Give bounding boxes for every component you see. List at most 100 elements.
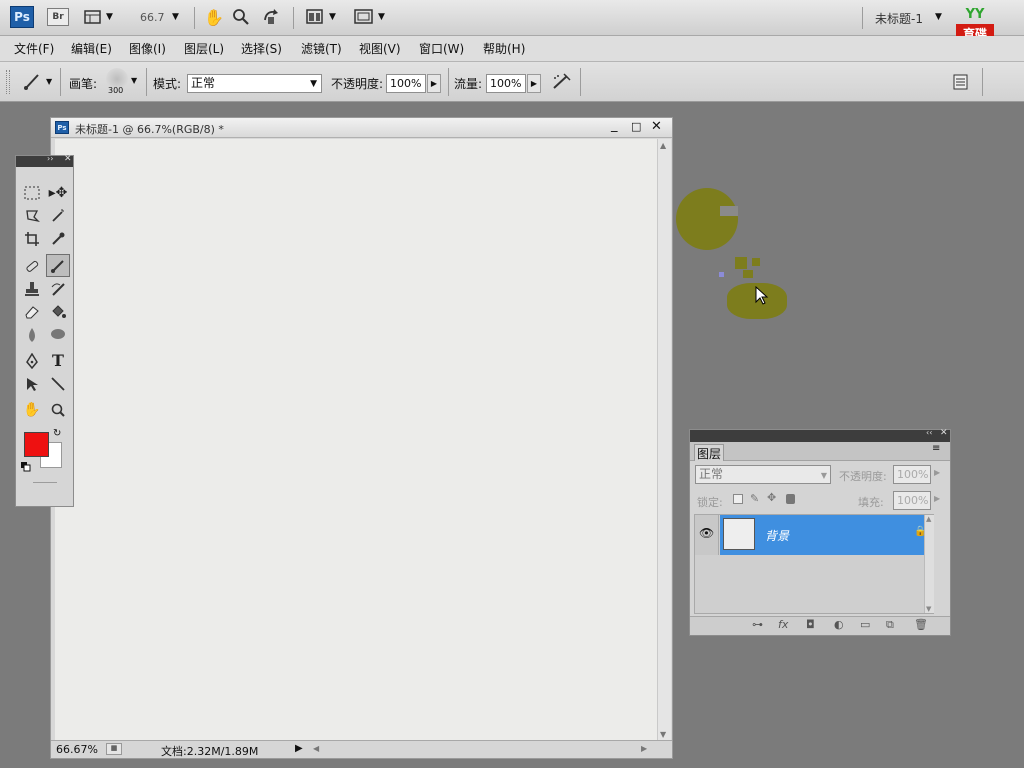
eye-icon[interactable]: 👁	[699, 526, 714, 540]
panel-toggle-icon[interactable]	[952, 73, 970, 91]
new-group-icon[interactable]: ▭	[860, 618, 870, 631]
vertical-scrollbar[interactable]: ▲ ▼	[657, 139, 671, 741]
menu-window[interactable]: 窗口(W)	[419, 40, 464, 57]
marquee-tool-icon[interactable]	[21, 182, 43, 203]
brush-tool-icon[interactable]	[46, 254, 70, 277]
opacity-slider-toggle[interactable]: ▶	[427, 74, 441, 93]
menu-view[interactable]: 视图(V)	[359, 40, 401, 57]
line-tool-icon[interactable]	[47, 373, 69, 394]
menu-filter[interactable]: 滤镜(T)	[301, 40, 342, 57]
hand-tool-icon[interactable]: ✋	[204, 8, 224, 27]
blend-mode-select[interactable]: 正常 ▼	[695, 465, 831, 484]
menu-edit[interactable]: 编辑(E)	[71, 40, 112, 57]
collapse-layers-icon[interactable]: ‹‹	[926, 428, 932, 437]
status-preview-icon[interactable]: ▦	[106, 743, 122, 755]
minimize-icon[interactable]: _	[611, 118, 618, 133]
zoom-tool-icon[interactable]	[47, 399, 69, 420]
menu-layer[interactable]: 图层(L)	[184, 40, 224, 57]
workspace-chevron-icon[interactable]: ▼	[935, 12, 942, 22]
zoom-tool-icon[interactable]	[232, 8, 250, 26]
rotate-view-icon[interactable]	[262, 8, 280, 26]
layer-opacity-input[interactable]: 100%	[893, 465, 931, 484]
close-icon[interactable]: ✕	[651, 119, 662, 134]
status-menu-arrow-icon[interactable]: ▶	[295, 743, 303, 754]
clone-stamp-icon[interactable]	[21, 278, 43, 299]
canvas[interactable]	[55, 139, 657, 741]
dodge-tool-icon[interactable]	[47, 324, 69, 345]
chevron-down-icon[interactable]: ▼	[106, 12, 113, 22]
crop-tool-icon[interactable]	[21, 228, 43, 249]
path-selection-icon[interactable]	[21, 373, 43, 394]
healing-brush-icon[interactable]	[21, 255, 43, 276]
layers-scrollbar[interactable]: ▲ ▼	[924, 515, 934, 613]
layer-mask-icon[interactable]: ◘	[806, 618, 815, 631]
layers-scroll-down-icon[interactable]: ▼	[926, 605, 931, 613]
options-grip[interactable]	[6, 70, 10, 94]
mode-select[interactable]: 正常 ▼	[187, 74, 322, 93]
scroll-down-icon[interactable]: ▼	[660, 730, 666, 739]
swap-colors-icon[interactable]: ↻	[53, 428, 61, 439]
lock-all-icon[interactable]	[786, 494, 795, 504]
zoom-status[interactable]: 66.67%	[56, 743, 98, 756]
type-tool-icon[interactable]: T	[47, 350, 69, 371]
hand-tool-icon[interactable]: ✋	[21, 399, 43, 420]
panel-menu-icon[interactable]: ≡	[932, 443, 940, 454]
magic-wand-icon[interactable]	[47, 205, 69, 226]
airbrush-icon[interactable]	[550, 72, 572, 92]
scroll-up-icon[interactable]: ▲	[660, 141, 666, 150]
arrange-documents-icon[interactable]	[306, 9, 324, 25]
tools-panel-header[interactable]: ›› ✕	[16, 154, 73, 167]
tab-layers[interactable]: 图层	[694, 444, 724, 461]
close-panel-icon[interactable]: ✕	[64, 154, 72, 164]
maximize-icon[interactable]: □	[631, 120, 641, 133]
brush-preset-icon[interactable]	[22, 72, 42, 92]
menu-file[interactable]: 文件(F)	[14, 40, 54, 57]
arrange-chevron-icon[interactable]: ▼	[329, 12, 336, 22]
lock-transparency-icon[interactable]	[733, 494, 743, 504]
layers-scroll-up-icon[interactable]: ▲	[926, 515, 931, 523]
zoom-level-field[interactable]: 66.7	[140, 11, 165, 24]
workspace-switcher[interactable]: 未标题-1	[875, 10, 923, 27]
layer-name[interactable]: 背景	[765, 527, 789, 544]
adjustment-layer-icon[interactable]: ◐	[834, 618, 844, 631]
flow-input[interactable]: 100%	[486, 74, 526, 93]
new-layer-icon[interactable]: ⧉	[886, 618, 894, 632]
photoshop-logo[interactable]: Ps	[10, 6, 34, 28]
blur-tool-icon[interactable]	[21, 324, 43, 345]
fill-chevron-icon[interactable]: ▶	[934, 494, 940, 503]
brush-picker-chevron-icon[interactable]: ▼	[131, 76, 137, 85]
history-brush-icon[interactable]	[47, 278, 69, 299]
pen-tool-icon[interactable]	[21, 350, 43, 371]
opacity-input[interactable]: 100%	[386, 74, 426, 93]
eraser-icon[interactable]	[21, 301, 43, 322]
lock-pixels-icon[interactable]: ✎	[750, 492, 759, 505]
brush-preset-chevron-icon[interactable]: ▼	[46, 77, 52, 86]
menu-help[interactable]: 帮助(H)	[483, 40, 525, 57]
collapse-panel-icon[interactable]: ››	[47, 154, 53, 163]
menu-image[interactable]: 图像(I)	[129, 40, 166, 57]
default-colors-icon[interactable]	[21, 461, 31, 472]
screen-mode-icon[interactable]	[354, 9, 374, 25]
layer-row-background[interactable]: 背景 🔒	[720, 515, 934, 555]
scroll-left-icon[interactable]: ◀	[313, 744, 319, 753]
lasso-tool-icon[interactable]	[21, 205, 43, 226]
scroll-right-icon[interactable]: ▶	[641, 744, 647, 753]
menu-select[interactable]: 选择(S)	[241, 40, 282, 57]
move-tool-icon[interactable]: ▸✥	[47, 182, 69, 203]
eyedropper-icon[interactable]	[47, 228, 69, 249]
zoom-chevron-icon[interactable]: ▼	[172, 12, 179, 22]
delete-layer-icon[interactable]: 🗑	[914, 618, 928, 631]
close-layers-icon[interactable]: ✕	[940, 428, 948, 438]
layer-style-icon[interactable]: fx	[778, 618, 788, 631]
layer-opacity-chevron-icon[interactable]: ▶	[934, 468, 940, 477]
screen-mode-chevron-icon[interactable]: ▼	[378, 12, 385, 22]
flow-slider-toggle[interactable]: ▶	[527, 74, 541, 93]
document-title-bar[interactable]: Ps 未标题-1 @ 66.7%(RGB/8) * _ □ ✕	[51, 118, 672, 138]
fill-input[interactable]: 100%	[893, 491, 931, 510]
view-extras-icon[interactable]	[84, 8, 102, 26]
link-layers-icon[interactable]: ⊶	[752, 618, 763, 631]
foreground-color-swatch[interactable]	[24, 432, 49, 457]
bridge-button[interactable]: Br	[47, 8, 69, 26]
layers-panel-header[interactable]: ‹‹ ✕	[690, 428, 950, 442]
paint-bucket-icon[interactable]	[47, 301, 69, 322]
